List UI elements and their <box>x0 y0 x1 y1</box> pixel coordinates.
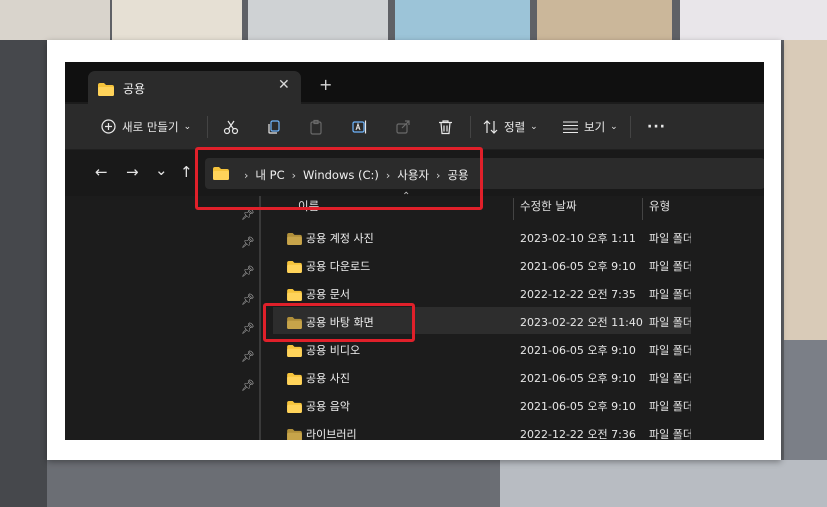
column-divider[interactable] <box>513 198 514 220</box>
plus-circle-icon <box>101 119 116 134</box>
folder-icon <box>287 398 302 417</box>
pin-icon[interactable]: 📌︎ <box>241 350 255 363</box>
details-pane <box>691 196 764 440</box>
column-header-date[interactable]: 수정한 날짜 <box>520 198 577 224</box>
tab-bar: 공용 ✕ + <box>65 62 764 104</box>
forward-arrow-icon[interactable]: → <box>126 165 139 180</box>
file-date: 2021-06-05 오후 9:10 <box>520 372 636 385</box>
file-type: 파일 폴더 <box>649 260 691 273</box>
file-date: 2021-06-05 오후 9:10 <box>520 400 636 413</box>
file-date: 2023-02-22 오전 11:40 <box>520 316 643 329</box>
chevron-down-icon: ⌄ <box>530 121 538 132</box>
file-type: 파일 폴더 <box>649 288 691 301</box>
file-type: 파일 폴더 <box>649 372 691 385</box>
file-type: 파일 폴더 <box>649 344 691 357</box>
file-name: 공용 계정 사진 <box>306 232 374 245</box>
file-type: 파일 폴더 <box>649 232 691 245</box>
file-row[interactable]: 라이브러리 2022-12-22 오전 7:36 파일 폴더 <box>273 419 691 440</box>
pin-icon[interactable]: 📌︎ <box>241 379 255 392</box>
file-date: 2021-06-05 오후 9:10 <box>520 344 636 357</box>
rename-icon <box>352 119 369 135</box>
new-button-label: 새로 만들기 <box>122 119 179 134</box>
column-header-type[interactable]: 유형 <box>649 198 670 224</box>
file-row[interactable]: 공용 음악 2021-06-05 오후 9:10 파일 폴더 <box>273 391 691 418</box>
column-divider[interactable] <box>642 198 643 220</box>
file-date: 2022-12-22 오전 7:35 <box>520 288 636 301</box>
rename-button[interactable] <box>352 104 369 149</box>
chevron-down-icon: ⌄ <box>183 121 192 132</box>
file-row[interactable]: 공용 사진 2021-06-05 오후 9:10 파일 폴더 <box>273 363 691 390</box>
pin-icon[interactable]: 📌︎ <box>241 293 255 306</box>
clipboard-icon <box>308 119 324 135</box>
tab-public[interactable]: 공용 ✕ <box>88 71 301 104</box>
recent-locations-icon[interactable]: ⌄ <box>155 163 168 178</box>
folder-icon <box>287 230 302 249</box>
file-row[interactable]: 공용 문서 2022-12-22 오전 7:35 파일 폴더 <box>273 279 691 306</box>
new-tab-button[interactable]: + <box>319 75 332 94</box>
command-bar: 새로 만들기 ⌄ 정렬 ⌄ 보기 ⌄ ··· <box>65 104 764 150</box>
toolbar-divider <box>630 116 631 138</box>
file-explorer-window: 공용 ✕ + 새로 만들기 ⌄ 정렬 ⌄ 보기 ⌄ ··· ← → ⌄ ↑ › … <box>65 62 764 440</box>
share-icon <box>395 119 411 135</box>
file-name: 공용 다운로드 <box>306 260 371 273</box>
file-type: 파일 폴더 <box>649 316 691 329</box>
selected-folder-highlight <box>263 303 415 342</box>
folder-icon <box>287 258 302 277</box>
folder-icon <box>287 370 302 389</box>
pin-icon[interactable]: 📌︎ <box>241 236 255 249</box>
copy-button[interactable] <box>266 104 282 149</box>
view-label: 보기 <box>584 119 606 134</box>
tab-title: 공용 <box>123 82 146 96</box>
file-row[interactable]: 공용 다운로드 2021-06-05 오후 9:10 파일 폴더 <box>273 251 691 278</box>
folder-icon <box>287 426 302 440</box>
back-arrow-icon[interactable]: ← <box>95 165 108 180</box>
copy-icon <box>266 119 282 135</box>
up-arrow-icon[interactable]: ↑ <box>180 165 193 180</box>
trash-icon <box>438 119 453 135</box>
new-button[interactable]: 새로 만들기 ⌄ <box>101 104 191 149</box>
paste-button[interactable] <box>308 104 324 149</box>
sort-button[interactable]: 정렬 ⌄ <box>483 104 538 149</box>
file-name: 라이브러리 <box>306 428 357 440</box>
file-name: 공용 비디오 <box>306 344 361 357</box>
file-date: 2021-06-05 오후 9:10 <box>520 260 636 273</box>
pin-icon[interactable]: 📌︎ <box>241 265 255 278</box>
pin-icon[interactable]: 📌︎ <box>241 322 255 335</box>
list-view-icon <box>563 121 578 133</box>
sort-icon <box>483 119 498 134</box>
toolbar-divider <box>207 116 208 138</box>
address-bar-highlight <box>195 147 483 210</box>
folder-icon <box>98 81 114 100</box>
file-name: 공용 음악 <box>306 400 350 413</box>
file-date: 2022-12-22 오전 7:36 <box>520 428 636 440</box>
navigation-pane: 📌︎ 📌︎ 📌︎ 📌︎ 📌︎ 📌︎ 📌︎ <box>65 196 261 440</box>
more-options-button[interactable]: ··· <box>647 104 666 149</box>
sort-label: 정렬 <box>504 119 526 134</box>
delete-button[interactable] <box>438 104 453 149</box>
cut-button[interactable] <box>223 104 239 149</box>
folder-icon <box>287 342 302 361</box>
file-name: 공용 사진 <box>306 372 350 385</box>
share-button[interactable] <box>395 104 411 149</box>
file-row[interactable]: 공용 계정 사진 2023-02-10 오후 1:11 파일 폴더 <box>273 223 691 250</box>
toolbar-divider <box>470 116 471 138</box>
file-name: 공용 문서 <box>306 288 350 301</box>
file-date: 2023-02-10 오후 1:11 <box>520 232 636 245</box>
file-type: 파일 폴더 <box>649 428 691 440</box>
view-button[interactable]: 보기 ⌄ <box>563 104 618 149</box>
chevron-down-icon: ⌄ <box>610 121 618 132</box>
file-type: 파일 폴더 <box>649 400 691 413</box>
close-tab-icon[interactable]: ✕ <box>278 77 290 93</box>
scissors-icon <box>223 119 239 135</box>
